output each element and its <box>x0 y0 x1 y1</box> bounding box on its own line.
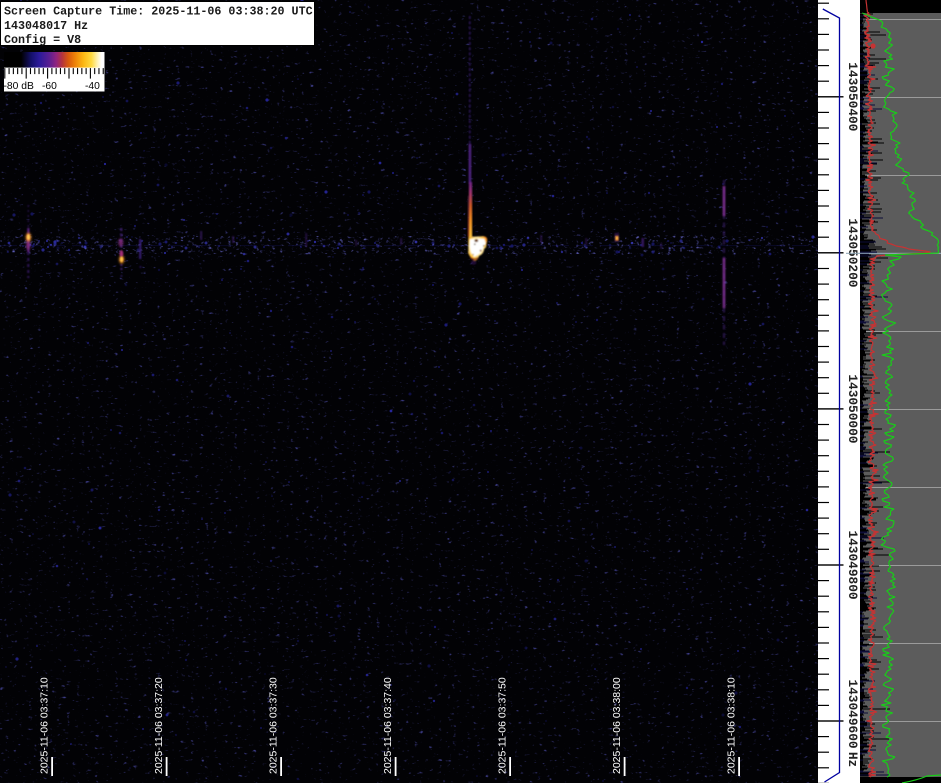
svg-text:2025-11-06 03:37:10: 2025-11-06 03:37:10 <box>39 677 51 774</box>
svg-text:-60: -60 <box>42 81 57 92</box>
svg-text:2025-11-06 03:38:00: 2025-11-06 03:38:00 <box>611 677 623 774</box>
svg-text:143049600: 143049600 <box>845 679 860 748</box>
svg-text:Hz: Hz <box>845 752 860 767</box>
svg-text:2025-11-06 03:37:50: 2025-11-06 03:37:50 <box>497 677 509 774</box>
svg-text:143050400: 143050400 <box>845 62 860 131</box>
svg-text:Config = V8: Config = V8 <box>4 33 81 47</box>
svg-text:-40: -40 <box>85 81 100 92</box>
svg-text:143050000: 143050000 <box>845 374 860 443</box>
svg-text:Screen Capture Time: 2025-11-0: Screen Capture Time: 2025-11-06 03:38:20… <box>4 5 313 19</box>
svg-text:143048017 Hz: 143048017 Hz <box>4 19 88 33</box>
svg-text:2025-11-06 03:37:40: 2025-11-06 03:37:40 <box>382 677 394 774</box>
svg-text:2025-11-06 03:37:30: 2025-11-06 03:37:30 <box>268 677 280 774</box>
svg-text:143049800: 143049800 <box>845 530 860 599</box>
svg-text:2025-11-06 03:37:20: 2025-11-06 03:37:20 <box>153 677 165 774</box>
svg-text:-80 dB: -80 dB <box>4 81 34 92</box>
svg-text:2025-11-06 03:38:10: 2025-11-06 03:38:10 <box>726 677 738 774</box>
